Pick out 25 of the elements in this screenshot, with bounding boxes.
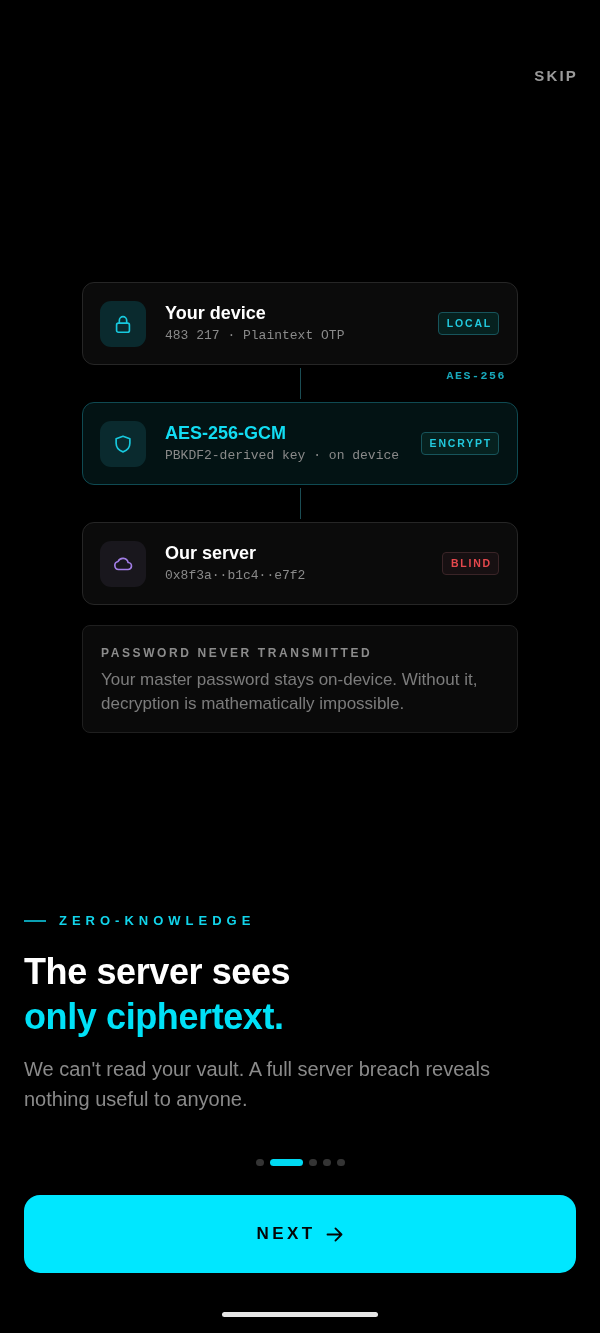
next-button[interactable]: NEXT bbox=[24, 1195, 576, 1273]
connector-label: AES-256 bbox=[446, 368, 506, 384]
headline-line: only ciphertext. bbox=[24, 995, 284, 1039]
status-badge: ENCRYPT bbox=[420, 432, 499, 455]
headline-line: The server sees bbox=[24, 950, 291, 994]
accent-dash bbox=[24, 920, 46, 922]
cloud-icon bbox=[100, 540, 146, 587]
connector-line bbox=[299, 368, 301, 399]
hero-text: We can't read your vault. A full server breach reveals nothing useful to anyone. bbox=[24, 1057, 491, 1112]
info-text: Your master password stays on-device. Without it, decryption is mathematically impossible. bbox=[101, 669, 479, 715]
eyebrow-label: ZERO-KNOWLEDGE bbox=[59, 913, 256, 929]
status-badge: LOCAL bbox=[437, 312, 499, 335]
info-title: PASSWORD NEVER TRANSMITTED bbox=[101, 646, 374, 660]
connector-line bbox=[299, 488, 301, 519]
arrow-right-icon bbox=[326, 1226, 344, 1242]
card-detail: 0x8f3a··b1c4··e7f2 bbox=[165, 567, 306, 585]
skip-button[interactable]: SKIP bbox=[534, 64, 578, 88]
card-title: AES-256-GCM bbox=[165, 422, 287, 444]
shield-icon bbox=[100, 420, 146, 467]
card-title: Our server bbox=[165, 542, 257, 564]
status-badge: BLIND bbox=[441, 552, 499, 575]
card-title: Your device bbox=[165, 302, 266, 324]
card-detail: 483 217 · Plaintext OTP bbox=[165, 327, 345, 345]
lock-icon bbox=[100, 300, 146, 347]
card-detail: PBKDF2-derived key · on device bbox=[165, 447, 400, 465]
